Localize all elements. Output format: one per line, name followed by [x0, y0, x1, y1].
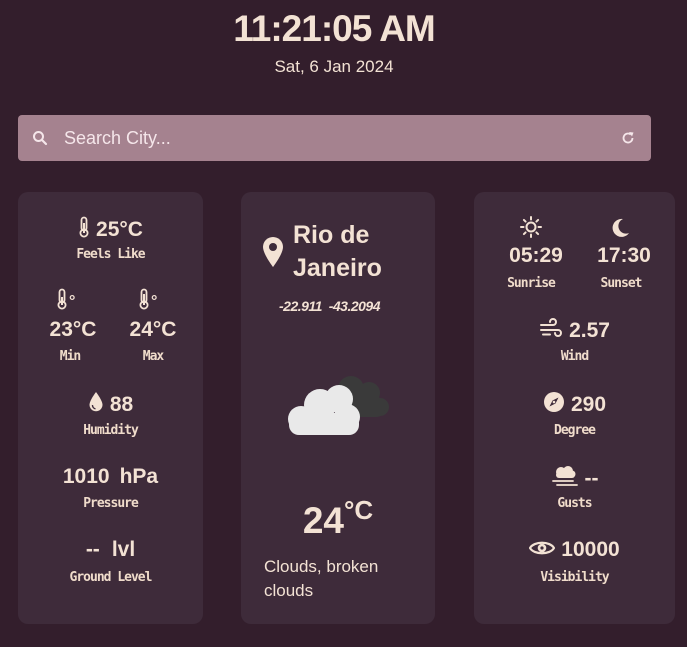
moon-icon — [612, 218, 630, 243]
max-temp-value: 24°C — [129, 318, 177, 341]
city-name-line1: Rio de — [293, 221, 370, 249]
city-name: Rio de Janeiro — [293, 219, 423, 285]
temperature-unit: °C — [343, 495, 374, 525]
wind-icon — [539, 318, 563, 343]
ground-level-value: -- — [85, 538, 100, 561]
pressure-label: Pressure — [83, 496, 139, 511]
max-label: Max — [142, 349, 164, 364]
feels-like-row: 25°C — [18, 216, 203, 243]
humidity-row: 88 — [18, 391, 203, 418]
visibility-row: 10000 — [474, 538, 675, 562]
wind-value: 2.57 — [569, 318, 610, 342]
clock-time: 11:21:05 AM — [233, 8, 436, 49]
min-icon-row: ° — [56, 288, 75, 315]
ground-level-row: -- lvl — [18, 538, 203, 562]
sunset-label: Sunset — [600, 276, 643, 291]
sunrise-value: 05:29 — [509, 244, 563, 267]
wind-row: 2.57 — [474, 318, 675, 343]
current-temperature: 24°C — [241, 495, 435, 542]
thermometer-icon — [138, 288, 150, 315]
pressure-value: 1010 — [62, 465, 110, 488]
sun-icon — [520, 216, 542, 243]
coordinates: -22.911 -43.2094 — [279, 298, 381, 314]
min-temp-value: 23°C — [49, 318, 97, 341]
max-icon-row: ° — [138, 288, 157, 315]
eye-icon — [529, 539, 556, 562]
gusts-row: -- — [474, 465, 675, 492]
compass-icon — [543, 391, 565, 418]
temperature-value: 24 — [302, 500, 344, 541]
sunrise-label: Sunrise — [507, 276, 556, 291]
ground-level-label: Ground Level — [69, 570, 153, 585]
pressure-row: 1010 hPa — [18, 465, 203, 489]
water-drop-icon — [88, 391, 104, 418]
search-bar — [18, 115, 651, 161]
pressure-unit: hPa — [119, 465, 159, 488]
thermometer-icon — [78, 216, 90, 243]
search-icon[interactable] — [32, 130, 48, 146]
current-date: Sat, 6 Jan 2024 — [274, 57, 394, 76]
weather-description: Clouds, broken clouds — [264, 557, 379, 600]
details-card: 25°C Feels Like ° ° 23°C 24°C Min Max 88… — [18, 192, 203, 624]
search-input[interactable] — [62, 117, 621, 159]
longitude: -43.2094 — [328, 298, 381, 314]
sunset-value: 17:30 — [597, 244, 651, 267]
gust-icon — [551, 465, 579, 492]
humidity-label: Humidity — [83, 423, 139, 438]
degree-row: 290 — [474, 391, 675, 418]
current-weather-card: Rio de Janeiro -22.911 -43.2094 24°C Clo… — [241, 192, 435, 624]
degree-label: Degree — [554, 423, 596, 438]
min-degree-symbol: ° — [69, 292, 76, 310]
degree-value: 290 — [570, 392, 607, 416]
humidity-value: 88 — [109, 392, 134, 416]
max-degree-symbol: ° — [151, 292, 158, 310]
city-name-line2: Janeiro — [293, 254, 382, 282]
sun-wind-card: 05:29 17:30 Sunrise Sunset 2.57 Wind 290… — [474, 192, 675, 624]
ground-level-unit: lvl — [111, 538, 136, 561]
refresh-icon[interactable] — [621, 131, 635, 145]
location-pin-icon — [262, 236, 284, 273]
visibility-value: 10000 — [561, 538, 620, 561]
min-label: Min — [59, 349, 81, 364]
gusts-value: -- — [584, 466, 599, 490]
gusts-label: Gusts — [557, 496, 592, 511]
feels-like-label: Feels Like — [76, 247, 145, 262]
cloud-icon — [285, 367, 395, 447]
thermometer-icon — [56, 288, 68, 315]
wind-label: Wind — [560, 349, 589, 364]
visibility-label: Visibility — [540, 570, 609, 585]
latitude: -22.911 — [279, 298, 322, 314]
feels-like-value: 25°C — [96, 217, 143, 241]
